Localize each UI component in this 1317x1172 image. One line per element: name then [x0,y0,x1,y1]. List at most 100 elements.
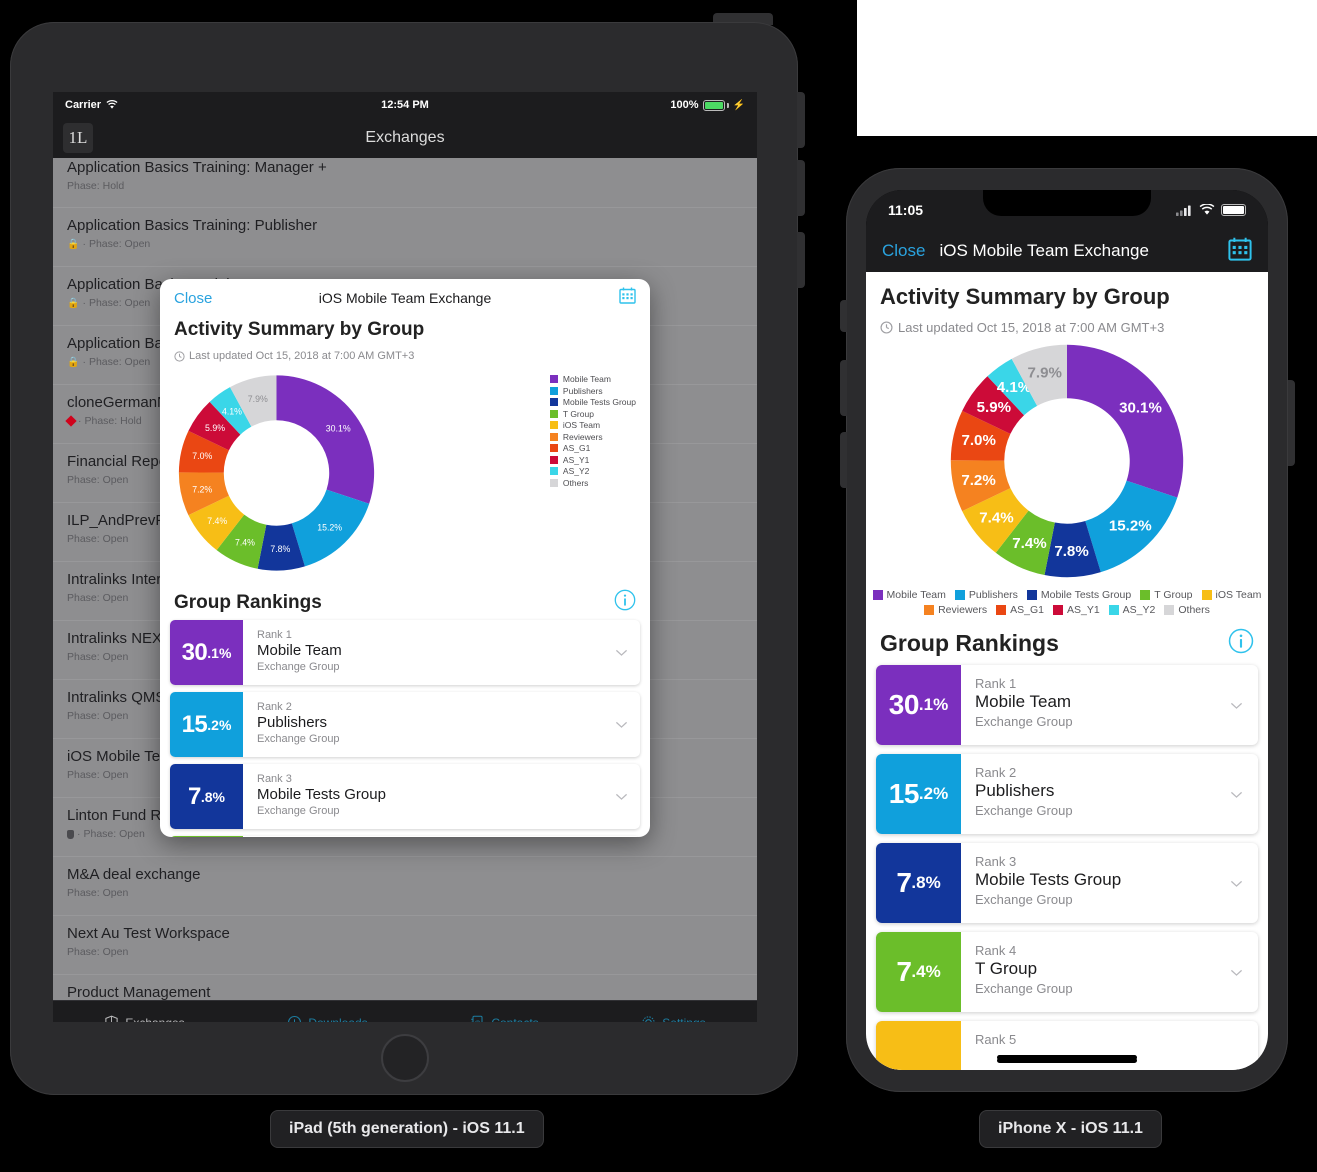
box-icon [104,1015,119,1022]
ranking-info: Rank 3 Mobile Tests Group Exchange Group [243,764,602,829]
donut-segment-label: 7.9% [248,394,268,404]
exchange-row[interactable]: Product Management [53,975,757,1000]
status-time: 12:54 PM [381,99,429,111]
dot-separator: · [82,297,86,309]
chevron-down-icon[interactable] [602,620,640,685]
legend-swatch [1140,590,1151,600]
donut-segment-label: 15.2% [1109,517,1152,534]
legend-swatch [1201,590,1212,600]
donut-segment-label: 30.1% [326,424,351,434]
group-rankings-list[interactable]: 30.1% Rank 1 Mobile Team Exchange Group 15.2… [866,659,1268,1070]
ranking-info: Rank 1 Mobile Team Exchange Group [243,620,602,685]
phase-text: Phase: Open [88,297,151,309]
legend-item: AS_Y1 [1052,604,1100,616]
legend-item: Others [1164,604,1210,616]
iphone-status-right [1176,204,1246,216]
ipad-tab-bar[interactable]: Exchanges Downloads @ Contacts Settings [53,1000,757,1022]
rankings-title: Group Rankings [880,630,1059,656]
legend-item: iOS Team [549,420,636,430]
chevron-down-icon[interactable] [602,836,640,837]
ranking-info: Rank 3 Mobile Tests Group Exchange Group [961,843,1214,923]
rankings-header: Group Rankings [160,589,650,616]
ranking-card[interactable]: 30.1% Rank 1 Mobile Team Exchange Group [876,665,1258,745]
info-icon[interactable] [1228,628,1254,659]
iphone-power-button [1288,380,1295,466]
clock-icon [174,350,185,362]
donut-segment[interactable] [276,375,375,504]
legend-item: Others [549,478,636,488]
info-icon[interactable] [614,589,636,616]
legend-item: Reviewers [924,604,987,616]
legend-swatch [1026,590,1037,600]
group-type: Exchange Group [975,803,1073,818]
donut-segment-label: 7.2% [961,472,996,489]
legend-item: iOS Team [1201,589,1261,601]
legend-swatch [996,605,1007,615]
iphone-nav-bar: Close iOS Mobile Team Exchange [866,230,1268,272]
percent-fraction: .8% [200,788,225,805]
rank-label: Rank 3 [257,773,292,785]
ranking-card[interactable]: 7.8% Rank 3 Mobile Tests Group Exchange Gro… [876,843,1258,923]
lock-icon: 🔒 [67,356,80,368]
ipad-home-button[interactable] [381,1034,429,1082]
exchange-row[interactable]: Application Basics Training: Manager + Ph… [53,158,757,208]
shield-icon [67,829,74,839]
chart-legend: Mobile Team Publishers Mobile Tests Group T… [866,583,1268,616]
tab-exchanges[interactable]: Exchanges [104,1015,185,1023]
rank-label: Rank 2 [257,701,292,713]
chevron-down-icon[interactable] [602,692,640,757]
ranking-card[interactable]: 7.8% Rank 3 Mobile Tests Group Exchange Gro… [170,764,640,829]
ranking-card[interactable]: 7.4%Rank 4T GroupExchange Group [876,932,1258,1012]
phase-text: Phase: Open [88,238,151,250]
legend-swatch [549,421,558,429]
donut-segment-label: 5.9% [977,399,1012,416]
tab-settings[interactable]: Settings [641,1015,706,1023]
donut-segment[interactable] [1067,344,1184,498]
chevron-down-icon[interactable] [1214,932,1258,1012]
last-updated-row: Last updated Oct 15, 2018 at 7:00 AM GMT… [160,341,650,362]
chevron-down-icon[interactable] [1214,754,1258,834]
group-rankings-list[interactable]: 30.1% Rank 1 Mobile Team Exchange Group 15.2… [160,616,650,837]
chart-legend: Mobile Team Publishers Mobile Tests Group T… [549,368,636,583]
ranking-card[interactable]: 30.1% Rank 1 Mobile Team Exchange Group [170,620,640,685]
ranking-card[interactable]: 15.2% Rank 2 Publishers Exchange Group [876,754,1258,834]
ranking-card[interactable]: 7.4%Rank 4T GroupExchange Group [170,836,640,837]
legend-swatch [549,409,558,418]
group-name: Mobile Team [975,692,1072,711]
background-white-patch [857,0,1317,136]
tab-label: Settings [662,1016,705,1023]
ranking-card[interactable]: 15.2% Rank 2 Publishers Exchange Group [170,692,640,757]
calendar-icon[interactable] [1228,237,1252,266]
chevron-down-icon[interactable] [1214,1021,1258,1070]
tab-downloads[interactable]: Downloads [287,1015,368,1022]
exchange-row[interactable]: M&A deal exchange Phase: Open [53,857,757,916]
exchange-row[interactable]: Application Basics Training: Publisher 🔒 ·… [53,208,757,267]
exchange-row[interactable]: Next Au Test Workspace Phase: Open [53,916,757,975]
tab-label: Exchanges [125,1016,184,1023]
legend-swatch [954,590,965,600]
legend-item: Reviewers [549,432,636,442]
legend-swatch [549,432,558,441]
chevron-down-icon[interactable] [1214,843,1258,923]
calendar-icon[interactable] [619,287,636,309]
charging-bolt-icon: ⚡ [732,99,745,111]
close-button[interactable]: Close [882,241,925,261]
svg-text:@: @ [474,1020,481,1022]
ranking-percent: 15.2% [170,692,243,757]
chevron-down-icon[interactable] [1214,665,1258,745]
legend-item: AS_Y2 [549,466,636,476]
donut-segment-label: 7.8% [270,544,290,554]
iphone-silent-switch [840,300,847,332]
legend-swatch [1052,605,1063,615]
ranking-percent: 30.1% [876,665,961,745]
legend-item: AS_Y1 [549,455,636,465]
legend-label: T Group [1154,589,1193,601]
percent-fraction: .1% [918,695,949,714]
ipad-status-bar: Carrier 12:54 PM 100% ⚡ [53,92,757,118]
phase-text: Phase: Open [67,887,129,899]
tab-contacts[interactable]: @ Contacts [470,1015,539,1022]
percent-fraction: .2% [207,716,232,733]
chevron-down-icon[interactable] [602,764,640,829]
diamond-icon [65,415,77,427]
legend-label: iOS Team [562,420,601,430]
